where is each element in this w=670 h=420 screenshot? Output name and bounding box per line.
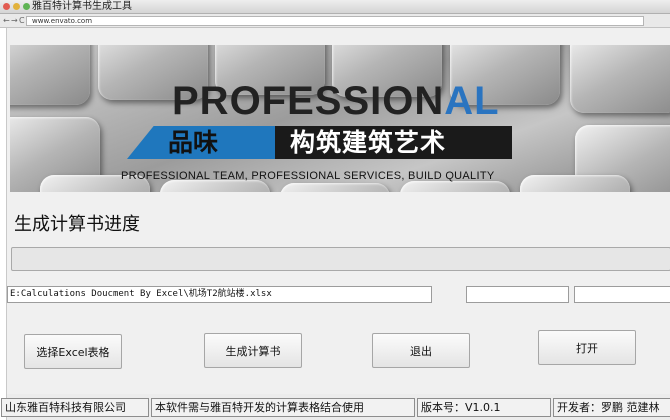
secondary-field-1[interactable]	[466, 286, 569, 303]
banner-image: PROFESSIONAL 品味 构筑建筑艺术 PROFESSIONAL TEAM…	[10, 45, 670, 192]
open-button[interactable]: 打开	[538, 330, 636, 365]
window-controls	[3, 3, 30, 10]
maximize-window-button[interactable]	[23, 3, 30, 10]
generate-report-button[interactable]: 生成计算书	[204, 333, 302, 368]
window-title-bar: 雅百特计算书生成工具	[0, 0, 670, 14]
secondary-field-2[interactable]	[574, 286, 670, 303]
url-bar[interactable]: www.envato.com	[26, 16, 644, 26]
status-company: 山东雅百特科技有限公司	[1, 398, 149, 417]
exit-button[interactable]: 退出	[372, 333, 470, 368]
status-version: 版本号：V1.0.1	[417, 398, 551, 417]
close-window-button[interactable]	[3, 3, 10, 10]
app-window: PROFESSIONAL 品味 构筑建筑艺术 PROFESSIONAL TEAM…	[1, 28, 670, 420]
banner-tagline: PROFESSIONAL TEAM, PROFESSIONAL SERVICES…	[121, 170, 495, 182]
window-title: 雅百特计算书生成工具	[32, 1, 132, 12]
browser-toolbar: ← → C www.envato.com	[0, 14, 670, 28]
reload-icon[interactable]: C	[19, 15, 25, 27]
status-note: 本软件需与雅百特开发的计算表格结合使用	[151, 398, 415, 417]
status-bar: 山东雅百特科技有限公司 本软件需与雅百特开发的计算表格结合使用 版本号：V1.0…	[1, 394, 670, 420]
select-excel-button[interactable]: 选择Excel表格	[24, 334, 122, 369]
banner-slogan-right: 构筑建筑艺术	[290, 128, 447, 157]
brand-logo-text: PROFESSIONAL	[172, 79, 500, 123]
file-path-field[interactable]: E:Calculations Doucment By Excel\机场T2航站楼…	[7, 286, 432, 303]
progress-label: 生成计算书进度	[14, 214, 140, 235]
banner-slogan-left: 品味	[168, 128, 219, 157]
minimize-window-button[interactable]	[13, 3, 20, 10]
back-arrow-icon[interactable]: ←	[3, 15, 10, 27]
status-developer: 开发者：罗鹏 范建林	[553, 398, 670, 417]
forward-arrow-icon[interactable]: →	[11, 15, 18, 27]
progress-bar	[11, 247, 670, 271]
